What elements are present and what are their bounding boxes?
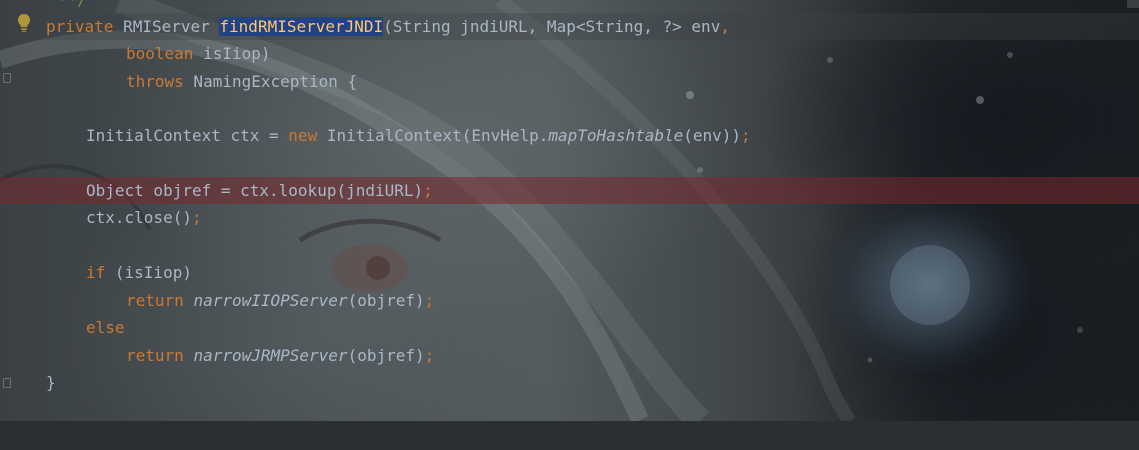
punctuation: , [720, 17, 730, 36]
code-text: ctx.close(); [86, 204, 202, 231]
code-text: boolean isIiop) [126, 40, 271, 67]
static-method-call: narrowJRMPServer [193, 346, 348, 365]
code-token: Object objref = ctx.lookup(jndiURL) [86, 181, 424, 200]
code-line-10[interactable]: return narrowJRMPServer(objref); [0, 342, 1139, 369]
code-token: InitialContext(EnvHelp. [317, 126, 549, 145]
code-line-3[interactable]: throws NamingException { [0, 68, 1139, 95]
keyword: new [288, 126, 318, 145]
code-line-2[interactable]: boolean isIiop) [0, 40, 1139, 67]
code-text: else [86, 314, 125, 341]
code-token: RMIServer [113, 17, 220, 36]
code-token: (objref) [347, 346, 425, 365]
code-token: isIiop) [193, 44, 271, 63]
code-token: NamingException { [183, 72, 358, 91]
code-line-1[interactable]: private RMIServer findRMIServerJNDI(Stri… [0, 13, 1139, 40]
code-token: (env)) [683, 126, 742, 145]
punctuation: ; [424, 346, 435, 365]
punctuation: ; [423, 181, 433, 200]
punctuation: ; [424, 291, 435, 310]
static-method-call: mapToHashtable [548, 126, 684, 145]
code-line-7[interactable]: if (isIiop) [0, 259, 1139, 286]
keyword: throws [126, 72, 184, 91]
code-token: (isIiop) [105, 263, 192, 282]
closing-brace: } [46, 373, 56, 392]
code-token: InitialContext ctx = [86, 126, 289, 145]
keyword: if [86, 263, 106, 282]
code-line-9[interactable]: else [0, 314, 1139, 341]
code-line-11[interactable]: } [0, 369, 1139, 396]
code-editor[interactable]: **/ private RMIServer findRMIServerJNDI(… [0, 0, 1139, 421]
code-text: } [46, 369, 56, 396]
code-text: InitialContext ctx = new InitialContext(… [86, 122, 751, 149]
code-text: Object objref = ctx.lookup(jndiURL); [86, 177, 433, 204]
punctuation: ; [191, 208, 202, 227]
code-token: (String jndiURL, Map<String, ?> env [383, 17, 721, 36]
code-line-8[interactable]: return narrowIIOPServer(objref); [0, 287, 1139, 314]
punctuation: ; [741, 126, 751, 145]
code-line-breakpoint[interactable]: Object objref = ctx.lookup(jndiURL); [0, 177, 1139, 204]
code-line-4[interactable]: InitialContext ctx = new InitialContext(… [0, 122, 1139, 149]
keyword: private [46, 17, 114, 36]
code-line-comment-end[interactable]: **/ [0, 0, 1139, 13]
code-text: if (isIiop) [86, 259, 192, 286]
code-line-6[interactable]: ctx.close(); [0, 204, 1139, 231]
code-token: ctx.close() [86, 208, 192, 227]
code-text: return narrowJRMPServer(objref); [126, 342, 434, 369]
method-name-highlight[interactable]: findRMIServerJNDI [219, 17, 384, 36]
code-token: (objref) [347, 291, 425, 310]
keyword: return [126, 291, 184, 310]
keyword: return [126, 346, 184, 365]
keyword: boolean [126, 44, 194, 63]
keyword: else [86, 318, 125, 337]
static-method-call: narrowIIOPServer [193, 291, 348, 310]
code-text: throws NamingException { [126, 68, 357, 95]
code-text: return narrowIIOPServer(objref); [126, 287, 434, 314]
comment-fragment: **/ [58, 0, 87, 13]
code-text: private RMIServer findRMIServerJNDI(Stri… [46, 13, 730, 40]
